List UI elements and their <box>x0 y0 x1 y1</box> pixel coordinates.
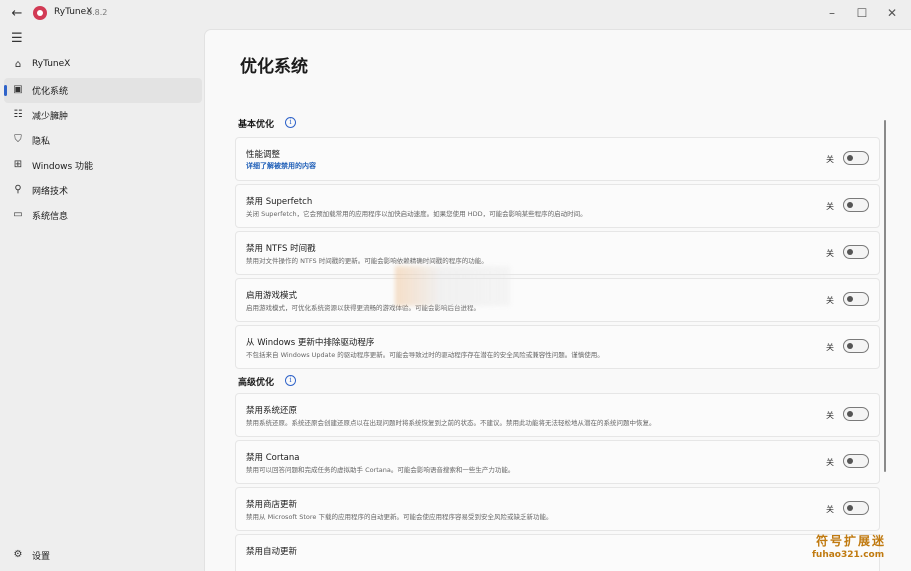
sidebar-item-network[interactable]: ⚲ 网络技术 <box>4 178 202 203</box>
sidebar-item-label: Windows 功能 <box>32 162 94 172</box>
sidebar-item-optimize[interactable]: ▣ 优化系统 <box>4 78 202 103</box>
setting-title: 启用游戏模式 <box>246 291 298 301</box>
section-heading-basic: 基本优化 <box>238 120 275 130</box>
app-logo <box>33 6 47 20</box>
vertical-scrollbar[interactable] <box>884 120 886 472</box>
sidebar-item-settings[interactable]: ⚙ 设置 <box>4 543 202 568</box>
setting-description: 禁用对文件操作的 NTFS 时间戳的更新。可能会影响依赖精确时间戳的程序的功能。 <box>246 257 488 265</box>
page-title: 优化系统 <box>240 57 308 77</box>
setting-title: 禁用 NTFS 时间戳 <box>246 244 316 254</box>
setting-title: 禁用系统还原 <box>246 406 298 416</box>
app-version: 0.8.2 <box>87 8 108 17</box>
toggle-switch[interactable] <box>843 198 869 212</box>
setting-description: 不包括来自 Windows Update 的驱动程序更新。可能会导致过时的驱动程… <box>246 351 604 359</box>
sidebar-nav: ⌂ RyTuneX ▣ 优化系统 ☷ 减少臃肿 ⛉ 隐私 ⊞ Windows 功… <box>4 53 202 228</box>
hamburger-menu-icon[interactable]: ☰ <box>11 31 23 46</box>
setting-title: 禁用自动更新 <box>246 547 298 557</box>
sidebar-item-privacy[interactable]: ⛉ 隐私 <box>4 128 202 153</box>
toggle-switch[interactable] <box>843 407 869 421</box>
toggle-switch[interactable] <box>843 245 869 259</box>
back-arrow-icon[interactable]: ← <box>8 5 26 23</box>
toggle-switch[interactable] <box>843 151 869 165</box>
toggle-state-label: 关 <box>826 411 834 420</box>
info-icon[interactable]: i <box>285 117 296 128</box>
setting-card-system-restore: 禁用系统还原 禁用系统还原。系统还原会创建还原点以在出现问题时将系统恢复到之前的… <box>235 393 880 437</box>
toggle-state-label: 关 <box>826 296 834 305</box>
setting-title: 禁用商店更新 <box>246 500 298 510</box>
toggle-switch[interactable] <box>843 292 869 306</box>
sidebar-item-label: 隐私 <box>32 137 51 147</box>
sidebar-item-system-info[interactable]: ▭ 系统信息 <box>4 203 202 228</box>
monitor-icon: ▭ <box>13 209 23 220</box>
setting-card-performance: 性能调整 详细了解被禁用的内容 关 <box>235 137 880 181</box>
toggle-state-label: 关 <box>826 202 834 211</box>
sidebar-item-label: 优化系统 <box>32 87 69 97</box>
toggle-state-label: 关 <box>826 343 834 352</box>
minimize-icon[interactable]: – <box>822 4 842 22</box>
setting-card-superfetch: 禁用 Superfetch 关闭 Superfetch，它会预加载常用的应用程序… <box>235 184 880 228</box>
sidebar-item-label: 减少臃肿 <box>32 112 69 122</box>
watermark-title: 符号扩展迷 <box>816 534 887 548</box>
setting-title: 禁用 Cortana <box>246 453 300 463</box>
setting-description: 关闭 Superfetch，它会预加载常用的应用程序以加快启动速度。如果您使用 … <box>246 210 587 218</box>
toggle-switch[interactable] <box>843 454 869 468</box>
setting-card-store-updates: 禁用商店更新 禁用从 Microsoft Store 下载的应用程序的自动更新。… <box>235 487 880 531</box>
maximize-icon[interactable]: ☐ <box>852 4 872 22</box>
title-bar: ← RyTuneX 0.8.2 – ☐ ✕ <box>0 0 911 28</box>
home-icon: ⌂ <box>14 59 22 70</box>
info-icon[interactable]: i <box>285 375 296 386</box>
setting-card-game-mode: 启用游戏模式 启用游戏模式，可优化系统资源以获得更流畅的游戏体验。可能会影响后台… <box>235 278 880 322</box>
sidebar-item-label: 系统信息 <box>32 212 69 222</box>
main-content: 优化系统 基本优化 i 性能调整 详细了解被禁用的内容 关 禁用 Superfe… <box>204 29 911 571</box>
toggle-state-label: 关 <box>826 458 834 467</box>
optimize-icon: ▣ <box>13 84 23 95</box>
close-icon[interactable]: ✕ <box>882 4 902 22</box>
list-icon: ☷ <box>13 109 23 120</box>
sidebar-item-debloat[interactable]: ☷ 减少臃肿 <box>4 103 202 128</box>
setting-card-ntfs: 禁用 NTFS 时间戳 禁用对文件操作的 NTFS 时间戳的更新。可能会影响依赖… <box>235 231 880 275</box>
toggle-state-label: 关 <box>826 505 834 514</box>
setting-card-exclude-drivers: 从 Windows 更新中排除驱动程序 不包括来自 Windows Update… <box>235 325 880 369</box>
setting-title: 性能调整 <box>246 150 281 160</box>
setting-card-auto-updates: 禁用自动更新 <box>235 534 880 571</box>
toggle-state-label: 关 <box>826 155 834 164</box>
shield-icon: ⛉ <box>14 134 22 145</box>
watermark-url: fuhao321.com <box>812 550 885 560</box>
sidebar-item-rytunex[interactable]: ⌂ RyTuneX <box>4 53 202 78</box>
toggle-state-label: 关 <box>826 249 834 258</box>
sidebar-item-label: 设置 <box>32 552 51 562</box>
gear-icon: ⚙ <box>13 549 23 560</box>
toggle-switch[interactable] <box>843 501 869 515</box>
sidebar-item-label: RyTuneX <box>32 59 71 69</box>
blurred-overlay <box>395 266 510 306</box>
setting-title: 禁用 Superfetch <box>246 197 313 207</box>
sidebar-item-windows-features[interactable]: ⊞ Windows 功能 <box>4 153 202 178</box>
setting-card-cortana: 禁用 Cortana 禁用可以回答问题和完成任务的虚拟助手 Cortana。可能… <box>235 440 880 484</box>
toggle-switch[interactable] <box>843 339 869 353</box>
sidebar-item-label: 网络技术 <box>32 187 69 197</box>
setting-description: 禁用可以回答问题和完成任务的虚拟助手 Cortana。可能会影响语音搜索和一些生… <box>246 466 515 474</box>
setting-title: 从 Windows 更新中排除驱动程序 <box>246 338 375 348</box>
learn-more-link[interactable]: 详细了解被禁用的内容 <box>246 161 316 171</box>
network-icon: ⚲ <box>14 184 22 195</box>
setting-description: 禁用系统还原。系统还原会创建还原点以在出现问题时将系统恢复到之前的状态。不建议。… <box>246 419 656 427</box>
apps-icon: ⊞ <box>13 159 23 170</box>
setting-description: 禁用从 Microsoft Store 下载的应用程序的自动更新。可能会使应用程… <box>246 513 553 521</box>
section-heading-advanced: 高级优化 <box>238 378 275 388</box>
